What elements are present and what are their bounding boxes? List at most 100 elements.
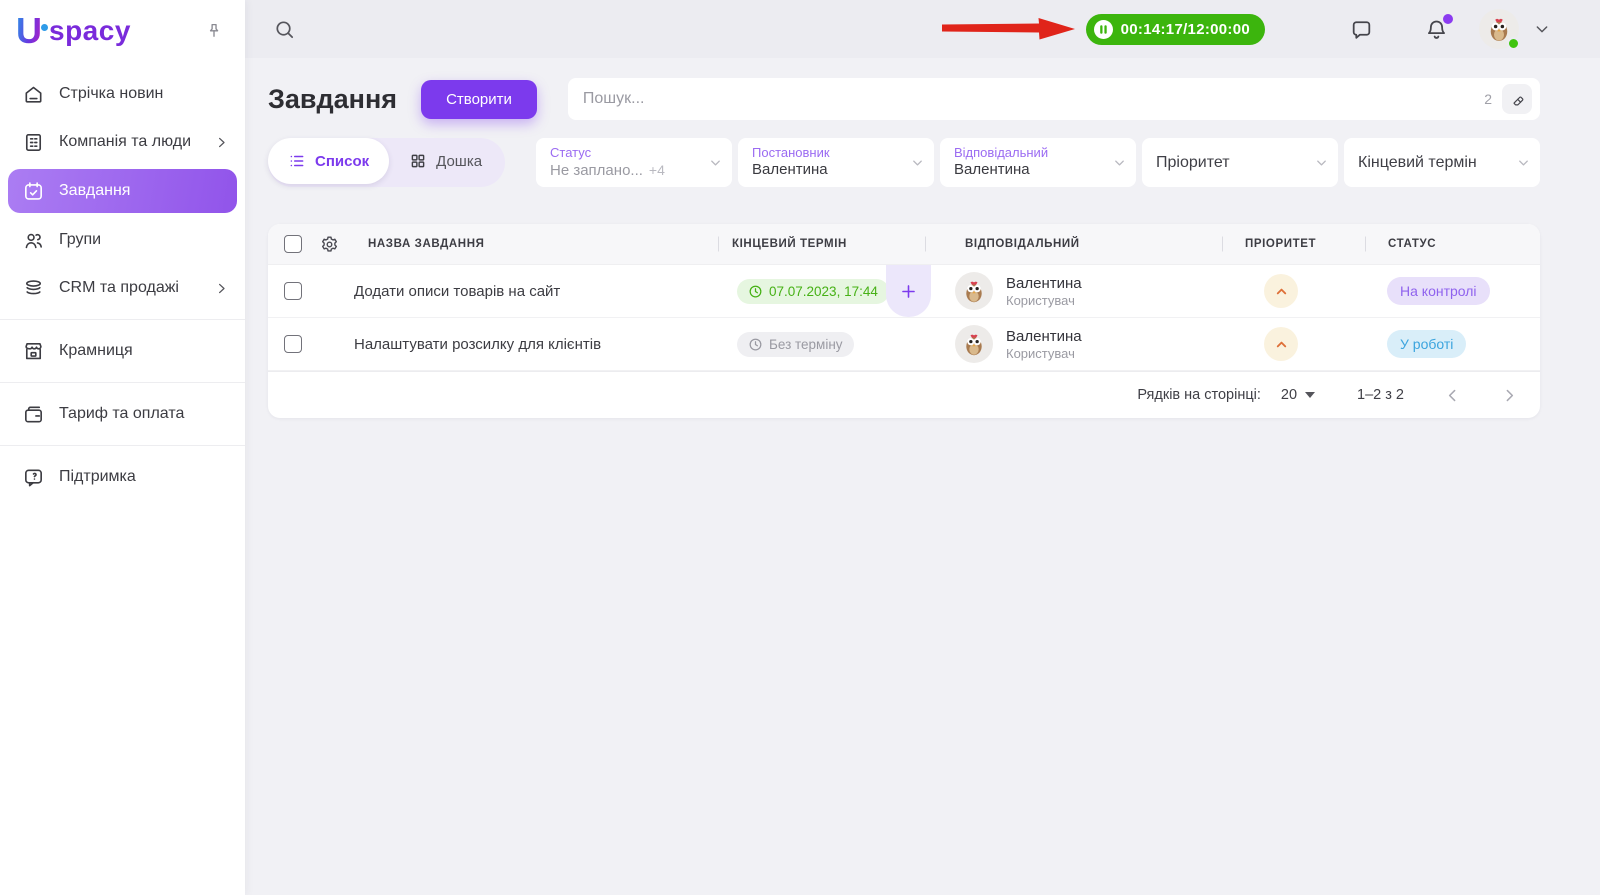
annotation-arrow [941, 18, 1075, 40]
sidebar-item-store[interactable]: Крамниця [0, 327, 245, 375]
chevron-down-icon [711, 160, 720, 165]
clear-filters-button[interactable] [1502, 84, 1532, 114]
app-logo[interactable]: U spacy [16, 13, 131, 49]
deadline-badge[interactable]: 07.07.2023, 17:44 [737, 278, 889, 304]
filter-status[interactable]: Статус Не заплано... +4 [536, 138, 732, 187]
filter-value: Не заплано... +4 [550, 162, 665, 179]
user-menu-button[interactable] [1534, 21, 1550, 37]
task-search-input[interactable] [567, 78, 1540, 120]
sidebar-item-groups[interactable]: Групи [0, 216, 245, 264]
pin-icon [209, 23, 219, 37]
online-status-dot [1507, 37, 1520, 50]
chevron-down-icon [1519, 160, 1528, 165]
caret-down-icon [1305, 392, 1316, 398]
work-timer-badge[interactable]: 00:14:17/12:00:00 [1085, 13, 1265, 45]
assignee-role: Користувач [1006, 292, 1075, 308]
sidebar-item-news-feed[interactable]: Стрічка новин [0, 70, 245, 118]
column-header-assignee: ВІДПОВІДАЛЬНИЙ [925, 238, 1222, 250]
tasks-table: НАЗВА ЗАВДАННЯ КІНЦЕВИЙ ТЕРМІН ВІДПОВІДА… [268, 224, 1540, 418]
sidebar-item-label: Стрічка новин [59, 85, 164, 102]
notification-dot [1443, 13, 1453, 24]
notifications-button[interactable] [1424, 13, 1453, 42]
assignee-avatar [955, 325, 993, 363]
create-task-button[interactable]: Створити [421, 79, 537, 119]
row-checkbox[interactable] [284, 335, 302, 353]
status-badge[interactable]: На контролі [1387, 277, 1490, 305]
task-name[interactable]: Додати описи товарів на сайт [354, 283, 718, 300]
filter-value: Валентина [752, 161, 828, 178]
messages-button[interactable] [1349, 17, 1374, 42]
task-row: Налаштувати розсилку для клієнтів Без те… [268, 318, 1540, 371]
sidebar-item-label: Крамниця [59, 342, 133, 359]
sidebar-item-company-people[interactable]: Компанія та люди [0, 118, 245, 166]
filters-bar: Статус Не заплано... +4 Постановник Вален… [536, 138, 1540, 187]
select-all-checkbox[interactable] [284, 235, 302, 253]
chevron-down-icon [1115, 160, 1124, 165]
column-header-status: СТАТУС [1365, 238, 1540, 250]
table-settings-button[interactable] [319, 234, 340, 255]
chevron-down-icon [1317, 160, 1326, 165]
filter-label: Пріоритет [1156, 153, 1230, 171]
sidebar-item-crm[interactable]: CRM та продажі [0, 264, 245, 312]
chevron-right-icon [219, 283, 225, 293]
column-header-priority: ПРІОРИТЕТ [1222, 238, 1365, 250]
priority-indicator[interactable] [1264, 327, 1298, 361]
store-icon [25, 342, 42, 359]
filter-extra-count: +4 [648, 162, 665, 178]
sidebar-item-tariff[interactable]: Тариф та оплата [0, 390, 245, 438]
task-name[interactable]: Налаштувати розсилку для клієнтів [354, 336, 718, 353]
tasks-calendar-icon [25, 181, 42, 200]
filter-label: Постановник [752, 145, 830, 160]
list-icon [290, 155, 304, 167]
assignee-name: Валентина [1006, 327, 1082, 345]
priority-indicator[interactable] [1264, 274, 1298, 308]
user-avatar[interactable] [1479, 9, 1520, 50]
chevron-up-icon [1276, 341, 1286, 347]
next-page-button[interactable] [1501, 387, 1518, 404]
filter-author[interactable]: Постановник Валентина [738, 138, 934, 187]
sidebar-nav: Стрічка новин Компанія та люди Завдання … [0, 56, 245, 501]
column-header-name: НАЗВА ЗАВДАННЯ [368, 238, 485, 250]
status-badge[interactable]: У роботі [1387, 330, 1467, 358]
search-icon [276, 20, 294, 38]
add-subtask-button[interactable] [886, 265, 931, 317]
groups-icon [25, 233, 42, 248]
pin-sidebar-button[interactable] [203, 20, 225, 42]
rows-per-page-select[interactable]: 20 [1281, 387, 1316, 403]
tab-label: Список [315, 152, 370, 170]
plus-icon [902, 284, 915, 298]
filter-priority[interactable]: Пріоритет [1142, 138, 1338, 187]
chevron-up-icon [1276, 288, 1286, 294]
chevron-right-icon [1506, 389, 1514, 401]
sidebar-divider [0, 319, 245, 320]
sidebar-item-tasks[interactable]: Завдання [8, 169, 237, 213]
assignee-avatar [955, 272, 993, 310]
sidebar-divider [0, 445, 245, 446]
filter-label: Статус [550, 145, 592, 160]
active-filter-count: 2 [1484, 91, 1492, 107]
logo-dot-icon [41, 23, 48, 31]
sidebar-item-label: Тариф та оплата [59, 405, 185, 422]
table-header-row: НАЗВА ЗАВДАННЯ КІНЦЕВИЙ ТЕРМІН ВІДПОВІДА… [268, 224, 1540, 265]
support-icon [25, 468, 42, 486]
chevron-down-icon [913, 160, 922, 165]
column-header-deadline: КІНЦЕВИЙ ТЕРМІН [718, 238, 925, 250]
eraser-icon [1513, 95, 1523, 105]
wallet-icon [25, 405, 42, 423]
filter-label: Відповідальний [954, 145, 1049, 160]
filter-deadline[interactable]: Кінцевий термін [1344, 138, 1540, 187]
filter-assignee[interactable]: Відповідальний Валентина [940, 138, 1136, 187]
deadline-badge[interactable]: Без терміну [737, 331, 854, 357]
task-row: Додати описи товарів на сайт 07.07.2023,… [268, 265, 1540, 318]
previous-page-button[interactable] [1444, 387, 1461, 404]
global-search-button[interactable] [273, 18, 296, 41]
sidebar-item-support[interactable]: Підтримка [0, 453, 245, 501]
tab-board-view[interactable]: Дошка [389, 138, 502, 184]
chevron-down-icon [1536, 26, 1548, 33]
sidebar-item-label: Підтримка [59, 468, 136, 485]
chevron-right-icon [219, 137, 225, 147]
crm-stack-icon [25, 279, 42, 294]
row-checkbox[interactable] [284, 282, 302, 300]
sidebar: U spacy Стрічка новин Компанія та люди З… [0, 0, 245, 895]
tab-list-view[interactable]: Список [268, 138, 390, 184]
